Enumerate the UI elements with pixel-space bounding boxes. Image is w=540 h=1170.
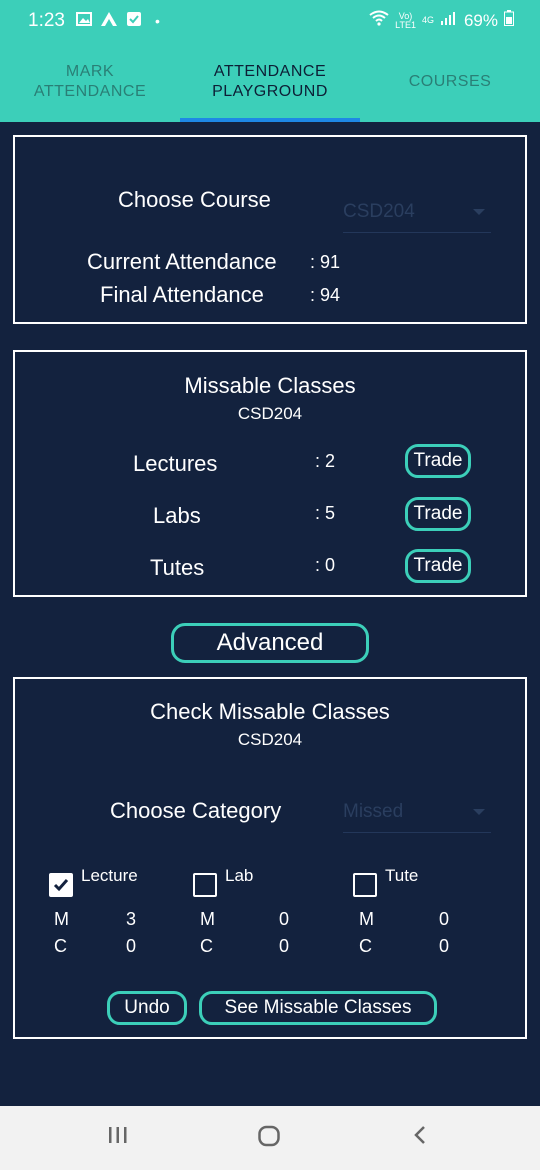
lab-label: Lab: [225, 866, 254, 885]
trade-tutes-button[interactable]: Trade: [405, 549, 471, 583]
final-attendance-value: : 94: [310, 285, 341, 305]
tute-label: Tute: [385, 866, 419, 885]
tute-m-value: 0: [439, 909, 450, 929]
checkbox-notification-icon: [126, 11, 142, 32]
tab-mark-attendance[interactable]: MARK ATTENDANCE: [0, 42, 180, 122]
tab-courses[interactable]: COURSES: [360, 42, 540, 122]
tute-c-label: C: [359, 936, 372, 956]
current-attendance-label: Current Attendance: [87, 249, 277, 274]
tab-bar: MARK ATTENDANCE ATTENDANCE PLAYGROUND COUR…: [0, 42, 540, 122]
check-icon: [53, 879, 69, 892]
lecture-m-value: 3: [126, 909, 137, 929]
network-indicator: 4G: [421, 15, 434, 25]
labs-label: Labs: [153, 503, 201, 528]
app-logo-icon: [100, 11, 118, 32]
tutes-label: Tutes: [150, 555, 205, 580]
wifi-icon: [369, 10, 389, 31]
lecture-c-value: 0: [126, 936, 137, 956]
labs-value: : 5: [315, 503, 336, 523]
lecture-checkbox[interactable]: [49, 873, 73, 897]
tute-m-label: M: [359, 909, 374, 929]
check-missable-course: CSD204: [237, 730, 303, 749]
lectures-value: : 2: [315, 451, 336, 471]
status-bar: 1:23 • Vo) LTE1 4G 69%: [0, 0, 540, 42]
tute-checkbox[interactable]: [353, 873, 377, 897]
missable-card: Missable Classes CSD204 Lectures : 2 Tra…: [13, 350, 527, 597]
check-missable-card: Check Missable Classes CSD204 Choose Cat…: [13, 677, 527, 1039]
system-nav-bar: [0, 1106, 540, 1170]
lab-m-label: M: [200, 909, 215, 929]
lecture-m-label: M: [54, 909, 69, 929]
status-time: 1:23: [28, 10, 65, 31]
dropdown-arrow-icon: [473, 209, 485, 215]
course-dropdown[interactable]: CSD204: [343, 197, 491, 233]
undo-button[interactable]: Undo: [107, 991, 187, 1025]
battery-percent: 69%: [463, 10, 498, 30]
dot-icon: •: [155, 13, 160, 29]
lecture-label: Lecture: [81, 866, 138, 885]
see-missable-classes-button[interactable]: See Missable Classes: [199, 991, 437, 1025]
lab-c-label: C: [200, 936, 213, 956]
gallery-icon: [76, 11, 92, 32]
choose-category-label: Choose Category: [110, 798, 282, 823]
battery-icon: [504, 10, 514, 31]
lab-m-value: 0: [279, 909, 290, 929]
final-attendance-label: Final Attendance: [100, 282, 264, 307]
category-dropdown-value: Missed: [343, 801, 404, 822]
missable-title: Missable Classes: [184, 373, 356, 398]
volte-indicator: Vo) LTE1: [395, 10, 416, 30]
lab-checkbox[interactable]: [193, 873, 217, 897]
lecture-c-label: C: [54, 936, 67, 956]
signal-icon: [440, 10, 458, 31]
current-attendance-value: : 91: [310, 252, 341, 272]
missable-course: CSD204: [237, 404, 303, 423]
category-dropdown[interactable]: Missed: [343, 797, 491, 833]
dropdown-arrow-icon: [473, 809, 485, 815]
tute-c-value: 0: [439, 936, 450, 956]
lectures-label: Lectures: [133, 451, 218, 476]
check-missable-title: Check Missable Classes: [150, 699, 390, 724]
recent-apps-icon[interactable]: [107, 1124, 129, 1151]
advanced-button[interactable]: Advanced: [171, 623, 369, 663]
tutes-value: : 0: [315, 555, 336, 575]
trade-lectures-button[interactable]: Trade: [405, 444, 471, 478]
course-dropdown-value: CSD204: [343, 201, 415, 222]
trade-labs-button[interactable]: Trade: [405, 497, 471, 531]
choose-course-label: Choose Course: [118, 187, 271, 212]
lab-c-value: 0: [279, 936, 290, 956]
status-right-icons: Vo) LTE1 4G 69%: [369, 10, 514, 31]
tab-attendance-playground[interactable]: ATTENDANCE PLAYGROUND: [180, 42, 360, 122]
back-icon[interactable]: [410, 1124, 430, 1151]
course-card: Choose Course CSD204 Current Attendance …: [13, 135, 527, 324]
home-icon[interactable]: [257, 1124, 281, 1153]
tab-indicator: [180, 118, 360, 122]
